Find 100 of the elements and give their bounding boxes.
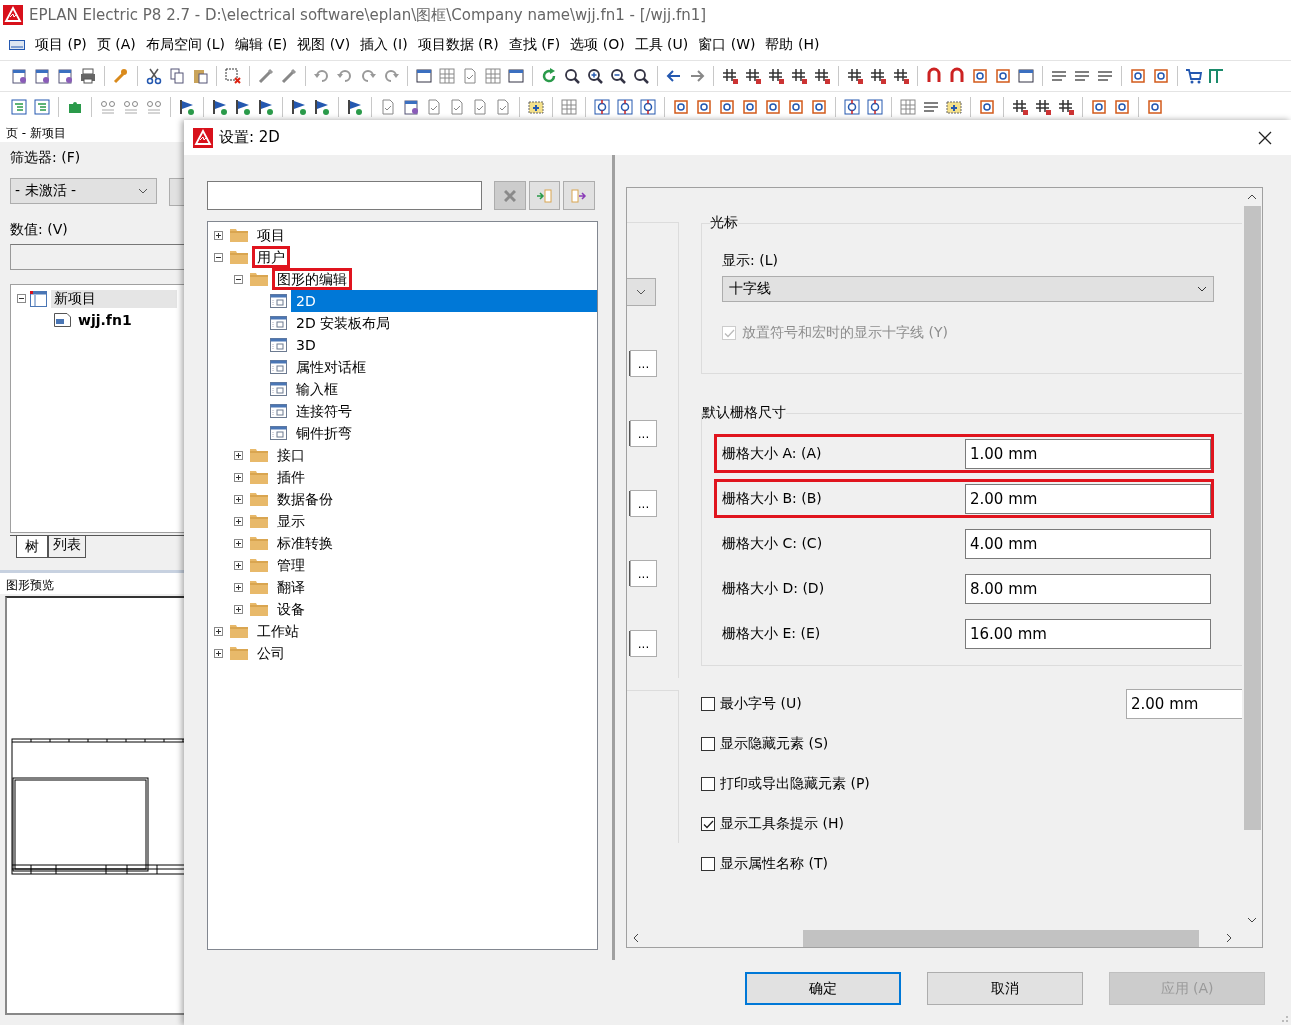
export-button[interactable] [563,181,595,210]
tree-item[interactable]: 属性对话框 [291,356,371,378]
flag-icon[interactable] [346,98,364,116]
flag-icon[interactable] [178,98,196,116]
tree-item[interactable]: 项目 [252,224,290,246]
grid-size-field[interactable]: 4.00 mm [964,528,1211,559]
browse-button[interactable]: ... [630,490,657,517]
window-icon[interactable] [415,67,433,85]
zoom-icon[interactable] [563,67,581,85]
grid-icon[interactable] [1057,98,1075,116]
tree-item[interactable]: 2D [291,290,597,312]
redo-icon[interactable] [359,67,377,85]
flag-icon[interactable] [290,98,308,116]
tree-item[interactable]: 图形的编辑 [272,268,352,290]
close-icon[interactable] [1258,130,1272,145]
grid-icon[interactable] [721,67,739,85]
chevron-left-icon[interactable] [633,933,639,943]
tree-item[interactable]: 显示 [272,510,310,532]
expand-icon[interactable] [234,472,243,482]
numbering-icon[interactable] [99,98,117,116]
symbol-icon[interactable] [1129,67,1147,85]
tree-item[interactable]: 管理 [272,554,310,576]
page-icon[interactable] [56,67,74,85]
undo-icon[interactable] [336,67,354,85]
tree-item[interactable]: 铜件折弯 [291,422,357,444]
refresh-icon[interactable] [540,67,558,85]
grid-size-field[interactable]: 8.00 mm [964,573,1211,604]
magnet-icon[interactable] [948,67,966,85]
checkbox[interactable] [701,817,715,831]
numbering-icon[interactable] [145,98,163,116]
document-icon[interactable] [461,67,479,85]
wrench-icon[interactable] [112,67,130,85]
paste-icon[interactable] [191,67,209,85]
grid-icon[interactable] [813,67,831,85]
menu-item[interactable]: 插入 (I) [360,36,408,54]
box-icon[interactable] [945,98,963,116]
undo-icon[interactable] [313,67,331,85]
tree-view-icon[interactable] [33,98,51,116]
grid-size-field[interactable]: 1.00 mm [964,438,1211,469]
symbol-icon[interactable] [1146,98,1164,116]
redo-icon[interactable] [382,67,400,85]
scissors-icon[interactable] [145,67,163,85]
font-size-field[interactable]: 2.00 mm [1126,689,1242,719]
cart-icon[interactable] [1185,67,1203,85]
menu-item[interactable]: 编辑 (E) [234,36,288,54]
menu-item[interactable]: 项目 (P) [35,36,87,54]
node-icon[interactable] [639,98,657,116]
checkbox[interactable] [701,737,715,751]
symbol-icon[interactable] [764,98,782,116]
dialog-button[interactable]: 确定 [745,972,901,1005]
browse-button[interactable]: ... [630,420,657,447]
symbol-icon[interactable] [695,98,713,116]
browse-button[interactable]: ... [630,350,657,377]
tree-item[interactable]: 2D 安装板布局 [291,312,396,334]
expand-icon[interactable] [214,626,223,636]
tree-item[interactable]: 工作站 [252,620,304,642]
document-icon[interactable] [379,98,397,116]
copy-icon[interactable] [168,67,186,85]
symbol-icon[interactable] [810,98,828,116]
expand-icon[interactable] [234,604,243,614]
menu-item[interactable]: 查找 (F) [508,36,561,54]
symbol-icon[interactable] [718,98,736,116]
text-cursor-icon[interactable] [1208,67,1226,85]
checkbox[interactable] [701,857,715,871]
menu-item[interactable]: 视图 (V) [297,36,351,54]
tree-item[interactable]: 插件 [272,466,310,488]
document-icon[interactable] [425,98,443,116]
grid-size-field[interactable]: 16.00 mm [964,618,1211,649]
checkbox[interactable] [701,697,715,711]
expand-icon[interactable] [234,582,243,592]
document-icon[interactable] [471,98,489,116]
menu-item[interactable]: 项目数据 (R) [417,36,499,54]
zoom-icon[interactable] [632,67,650,85]
box-icon[interactable] [527,98,545,116]
flag-icon[interactable] [313,98,331,116]
window-icon[interactable] [1017,67,1035,85]
expand-icon[interactable] [234,494,243,504]
menu-item[interactable]: 窗口 (W) [698,36,756,54]
tree-item[interactable]: 标准转换 [272,532,338,554]
symbol-icon[interactable] [787,98,805,116]
search-field[interactable] [207,181,482,210]
printer-icon[interactable] [79,67,97,85]
zoom-in-icon[interactable] [586,67,604,85]
expand-icon[interactable] [214,230,223,240]
flag-icon[interactable] [257,98,275,116]
tree-view-icon[interactable] [10,98,28,116]
symbol-icon[interactable] [971,67,989,85]
menu-item[interactable]: 布局空间 (L) [145,36,225,54]
brush-icon[interactable] [280,67,298,85]
tree-item[interactable]: 接口 [272,444,310,466]
node-icon[interactable] [616,98,634,116]
tree-item[interactable]: 用户 [252,246,290,268]
grid-size-field[interactable]: 2.00 mm [964,483,1211,514]
menu-item[interactable]: 页 (A) [96,36,136,54]
expand-icon[interactable] [234,538,243,548]
tree-item[interactable]: 数据备份 [272,488,338,510]
page-icon[interactable] [10,67,28,85]
tree-item[interactable]: 输入框 [291,378,343,400]
chevron-up-icon[interactable] [1247,194,1257,200]
tree-item[interactable]: 公司 [252,642,290,664]
